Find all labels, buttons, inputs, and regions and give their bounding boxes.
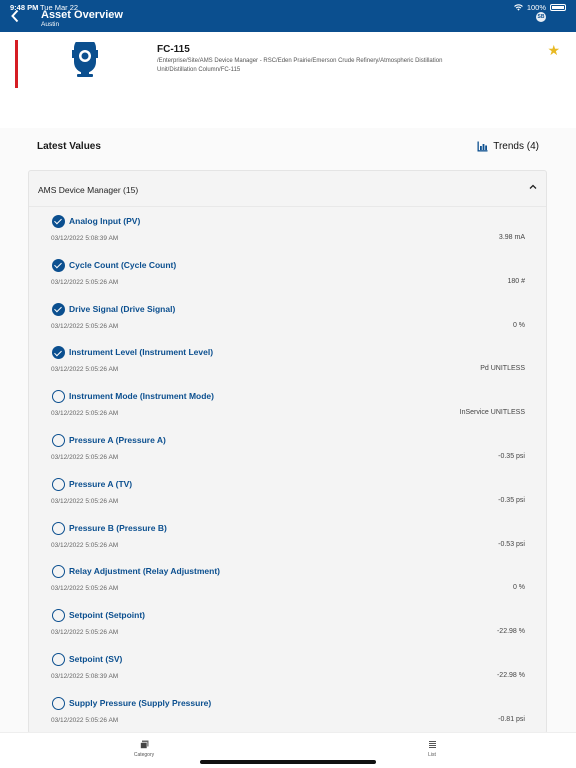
list-item[interactable]: Relay Adjustment (Relay Adjustment) 03/12… bbox=[29, 557, 546, 601]
alert-indicator bbox=[15, 40, 18, 88]
chevron-up-icon[interactable] bbox=[529, 183, 537, 191]
item-timestamp: 03/12/2022 5:08:39 AM bbox=[51, 672, 119, 680]
list-item[interactable]: Pressure A (Pressure A) 03/12/2022 5:05:2… bbox=[29, 426, 546, 470]
app-header: 9:48 PM Tue Mar 22 100% Asset Overview A… bbox=[0, 0, 576, 32]
item-timestamp: 03/12/2022 5:05:26 AM bbox=[51, 410, 119, 418]
page-title: Asset Overview bbox=[41, 9, 123, 21]
list-item[interactable]: Supply Pressure (Supply Pressure) 03/12/2… bbox=[29, 689, 546, 733]
item-value: -0.53 psi bbox=[498, 540, 525, 548]
item-timestamp: 03/12/2022 5:05:26 AM bbox=[51, 322, 119, 330]
item-value: -0.35 psi bbox=[498, 496, 525, 504]
item-label: Instrument Mode (Instrument Mode) bbox=[69, 391, 214, 402]
favorite-star-icon[interactable]: ★ bbox=[547, 42, 560, 59]
item-label: Pressure A (TV) bbox=[69, 478, 133, 489]
item-label: Cycle Count (Cycle Count) bbox=[69, 259, 177, 270]
checkbox-unchecked-icon[interactable] bbox=[52, 477, 65, 491]
checkbox-checked-icon[interactable] bbox=[52, 346, 65, 360]
nav-list-label: List bbox=[428, 752, 436, 758]
item-value: Pd UNITLESS bbox=[480, 365, 525, 373]
checkbox-unchecked-icon[interactable] bbox=[52, 433, 65, 447]
item-value: 3.98 mA bbox=[498, 234, 525, 241]
checkbox-checked-icon[interactable] bbox=[52, 302, 65, 316]
item-timestamp: 03/12/2022 5:05:26 AM bbox=[51, 497, 119, 505]
item-label: Setpoint (Setpoint) bbox=[69, 610, 146, 621]
nav-category-label: Category bbox=[133, 752, 155, 758]
item-timestamp: 03/12/2022 5:05:26 AM bbox=[51, 585, 119, 593]
list-item[interactable]: Drive Signal (Drive Signal) 03/12/2022 5:… bbox=[29, 295, 546, 339]
battery-percent: 100% bbox=[526, 3, 546, 12]
list-item[interactable]: Setpoint (Setpoint) 03/12/2022 5:05:26 AM… bbox=[29, 601, 546, 645]
page-subtitle: Austin bbox=[41, 21, 60, 28]
item-value: -0.81 psi bbox=[498, 715, 525, 723]
list-item[interactable]: Pressure B (Pressure B) 03/12/2022 5:05:2… bbox=[29, 514, 546, 558]
nav-category[interactable]: Category bbox=[124, 740, 164, 758]
nav-list[interactable]: List bbox=[412, 740, 452, 758]
checkbox-checked-icon[interactable] bbox=[52, 258, 65, 272]
item-label: Relay Adjustment (Relay Adjustment) bbox=[69, 566, 220, 577]
section-title: Latest Values bbox=[37, 141, 101, 152]
device-path: /Enterprise/Site/AMS Device Manager - RS… bbox=[157, 58, 443, 73]
checkbox-unchecked-icon[interactable] bbox=[52, 652, 65, 666]
back-button[interactable] bbox=[10, 9, 24, 25]
list-item[interactable]: Instrument Mode (Instrument Mode) 03/12/2… bbox=[29, 382, 546, 426]
item-value: 0 % bbox=[512, 321, 525, 329]
checkbox-unchecked-icon[interactable] bbox=[52, 390, 65, 404]
item-timestamp: 03/12/2022 5:05:26 AM bbox=[51, 278, 119, 286]
avatar[interactable]: SB bbox=[536, 12, 546, 22]
item-label: Pressure A (Pressure A) bbox=[69, 434, 166, 445]
battery-icon bbox=[550, 4, 566, 11]
item-label: Supply Pressure (Supply Pressure) bbox=[69, 697, 212, 708]
card-title: AMS Device Manager (15) bbox=[38, 185, 139, 195]
latest-values-header: Latest Values Trends (4) bbox=[0, 128, 576, 168]
home-indicator bbox=[200, 760, 376, 764]
checkbox-unchecked-icon[interactable] bbox=[52, 609, 65, 623]
item-value: -22.98 % bbox=[496, 628, 525, 636]
transmitter-icon bbox=[72, 42, 98, 77]
item-timestamp: 03/12/2022 5:05:26 AM bbox=[51, 716, 119, 724]
list-item[interactable]: Analog Input (PV) 03/12/2022 5:08:39 AM 3.… bbox=[29, 207, 546, 251]
list-item[interactable]: Instrument Level (Instrument Level) 03/12… bbox=[29, 338, 546, 382]
item-label: Instrument Level (Instrument Level) bbox=[69, 347, 214, 358]
item-value: 180 # bbox=[507, 277, 525, 285]
item-value: -0.35 psi bbox=[498, 452, 525, 460]
checkbox-unchecked-icon[interactable] bbox=[52, 565, 65, 579]
item-timestamp: 03/12/2022 5:05:26 AM bbox=[51, 366, 119, 374]
item-timestamp: 03/12/2022 5:05:26 AM bbox=[51, 453, 119, 461]
item-timestamp: 03/12/2022 5:05:26 AM bbox=[51, 541, 119, 549]
item-value: -22.98 % bbox=[496, 671, 525, 679]
ams-device-manager-card: AMS Device Manager (15) Analog Input (PV… bbox=[28, 170, 547, 734]
trends-button[interactable]: Trends (4) bbox=[477, 141, 539, 152]
device-name: FC-115 bbox=[157, 44, 190, 55]
trends-label: Trends (4) bbox=[493, 141, 539, 152]
content-area: AMS Device Manager (15) Analog Input (PV… bbox=[0, 168, 576, 734]
list-icon bbox=[428, 741, 436, 748]
wifi-icon bbox=[513, 4, 523, 11]
checkbox-unchecked-icon[interactable] bbox=[52, 696, 65, 710]
chevron-left-icon bbox=[11, 9, 19, 23]
device-panel: FC-115 /Enterprise/Site/AMS Device Manag… bbox=[0, 32, 576, 160]
item-timestamp: 03/12/2022 5:08:39 AM bbox=[51, 235, 119, 242]
checkbox-checked-icon[interactable] bbox=[52, 215, 65, 228]
item-timestamp: 03/12/2022 5:05:26 AM bbox=[51, 629, 119, 637]
card-header[interactable]: AMS Device Manager (15) bbox=[29, 171, 546, 207]
list-item[interactable]: Setpoint (SV) 03/12/2022 5:08:39 AM -22.98… bbox=[29, 645, 546, 689]
value-list: Analog Input (PV) 03/12/2022 5:08:39 AM 3.… bbox=[29, 207, 546, 733]
item-label: Pressure B (Pressure B) bbox=[69, 522, 167, 533]
item-value: InService UNITLESS bbox=[459, 409, 525, 417]
status-right: 100% bbox=[513, 3, 566, 12]
list-item[interactable]: Cycle Count (Cycle Count) 03/12/2022 5:05… bbox=[29, 251, 546, 295]
bar-chart-icon bbox=[477, 141, 488, 152]
item-value: 0 % bbox=[512, 584, 525, 592]
list-item[interactable]: Pressure A (TV) 03/12/2022 5:05:26 AM -0.3… bbox=[29, 470, 546, 514]
item-label: Analog Input (PV) bbox=[69, 216, 141, 226]
stack-icon bbox=[139, 740, 148, 749]
item-label: Drive Signal (Drive Signal) bbox=[69, 303, 176, 314]
item-label: Setpoint (SV) bbox=[69, 653, 123, 664]
checkbox-unchecked-icon[interactable] bbox=[52, 521, 65, 535]
